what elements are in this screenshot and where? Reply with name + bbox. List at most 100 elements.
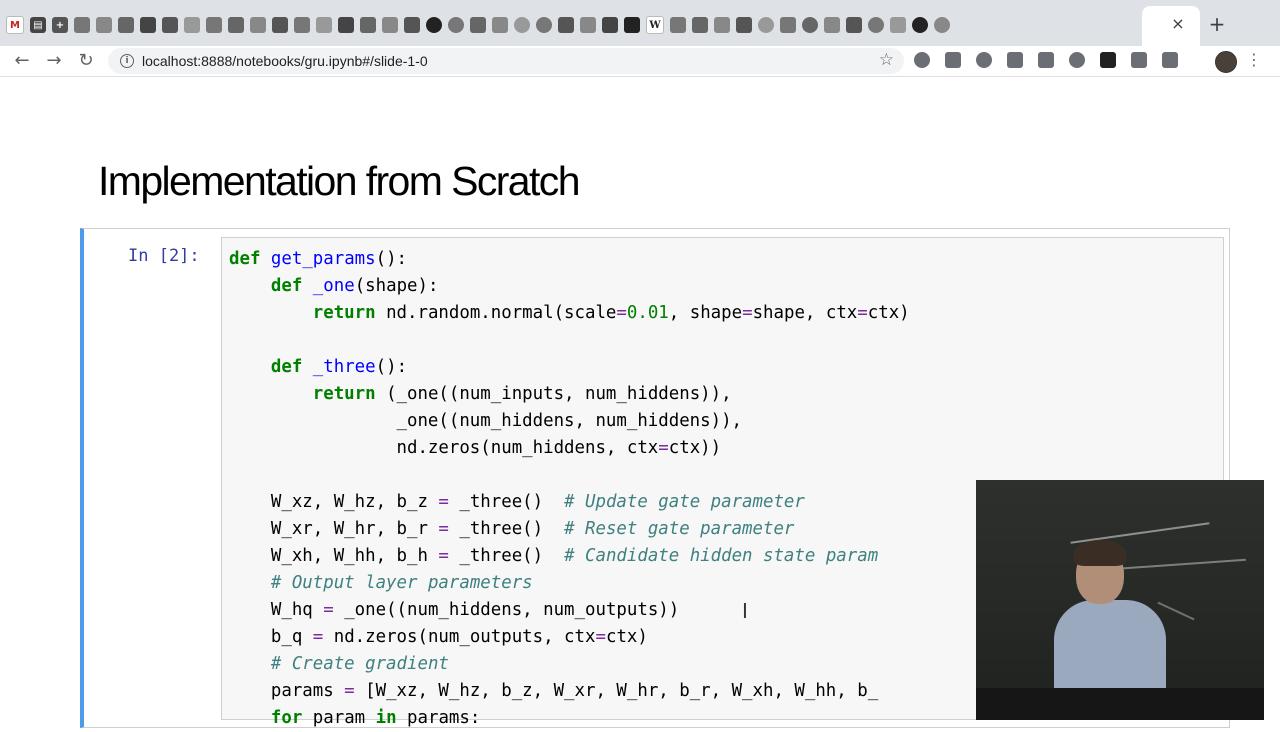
tab-favicon[interactable]	[780, 17, 796, 33]
avatar[interactable]	[1215, 51, 1237, 73]
tab-favicon[interactable]	[140, 17, 156, 33]
tab-favicon[interactable]	[624, 17, 640, 33]
code-token: return	[312, 303, 376, 323]
extension-icon[interactable]	[1100, 52, 1116, 68]
close-icon[interactable]: ×	[1168, 14, 1188, 34]
tab-favicon[interactable]	[184, 17, 200, 33]
back-button[interactable]: ←	[10, 49, 34, 73]
code-token: , shape	[668, 303, 743, 323]
tab-favicon[interactable]	[206, 17, 222, 33]
code-block[interactable]: def get_params(): def _one(shape): retur…	[229, 246, 910, 732]
tab-favicon[interactable]	[272, 17, 288, 33]
forward-button[interactable]: →	[42, 49, 66, 73]
tab-favicon[interactable]	[492, 17, 508, 33]
extension-icon[interactable]	[1162, 52, 1178, 68]
code-token: ():	[375, 357, 408, 377]
tab-favicon[interactable]	[514, 17, 530, 33]
code-token: =	[312, 627, 324, 647]
code-token: # Candidate hidden state param	[564, 546, 879, 566]
extension-icon[interactable]	[945, 52, 961, 68]
tab-favicon[interactable]	[360, 17, 376, 33]
code-token: params:	[396, 708, 481, 728]
code-token: def	[270, 276, 303, 296]
tab-favicon[interactable]	[96, 17, 112, 33]
code-token: _three()	[448, 492, 565, 512]
tab-favicon[interactable]	[338, 17, 354, 33]
tab-favicon[interactable]	[118, 17, 134, 33]
tab-favicon[interactable]	[692, 17, 708, 33]
menu-icon[interactable]: ⋮	[1246, 50, 1262, 70]
tab-favicon[interactable]	[382, 17, 398, 33]
tab-favicon[interactable]	[74, 17, 90, 33]
webcam-overlay	[976, 480, 1264, 720]
tab-favicon[interactable]	[228, 17, 244, 33]
extension-icon[interactable]	[976, 52, 992, 68]
tab-favicon[interactable]	[846, 17, 862, 33]
code-line: _one((num_hiddens, num_hiddens)),	[229, 408, 910, 435]
code-line: W_xr, W_hr, b_r = _three() # Reset gate …	[229, 516, 910, 543]
extension-icon[interactable]	[1007, 52, 1023, 68]
code-token: ():	[375, 249, 408, 269]
code-line: def _three():	[229, 354, 910, 381]
tab-favicon[interactable]	[536, 17, 552, 33]
extension-icon[interactable]	[1131, 52, 1147, 68]
code-token: params	[229, 681, 345, 701]
tab-favicon[interactable]	[580, 17, 596, 33]
sheets-icon[interactable]: +	[52, 17, 68, 33]
code-line: return nd.random.normal(scale=0.01, shap…	[229, 300, 910, 327]
tab-favicon[interactable]	[448, 17, 464, 33]
wikipedia-icon[interactable]: W	[646, 16, 664, 34]
code-token: =	[438, 492, 449, 512]
extension-icon[interactable]	[1038, 52, 1054, 68]
tab-favicon[interactable]	[714, 17, 730, 33]
tab-favicon[interactable]	[558, 17, 574, 33]
tab-favicon[interactable]	[802, 17, 818, 33]
gmail-icon[interactable]: M	[6, 16, 24, 34]
url-text[interactable]: localhost:8888/notebooks/gru.ipynb#/slid…	[142, 53, 428, 69]
tab-favicon[interactable]	[868, 17, 884, 33]
code-token: _three()	[448, 519, 565, 539]
tab-favicon[interactable]	[470, 17, 486, 33]
code-token: # Reset gate parameter	[564, 519, 795, 539]
tab-favicon[interactable]	[316, 17, 332, 33]
github-icon[interactable]	[426, 17, 442, 33]
presenter-hair	[1074, 540, 1126, 566]
address-bar[interactable]: i localhost:8888/notebooks/gru.ipynb#/sl…	[108, 48, 904, 74]
github-icon[interactable]	[912, 17, 928, 33]
browser-toolbar: ← → ↻ i localhost:8888/notebooks/gru.ipy…	[0, 46, 1280, 77]
code-token: get_params	[270, 249, 376, 269]
tab-favicon[interactable]	[824, 17, 840, 33]
code-token: in	[375, 708, 397, 728]
tab-favicon[interactable]	[736, 17, 752, 33]
code-token: shape, ctx	[752, 303, 858, 323]
code-token: W_xh, W_hh, b_h	[229, 546, 439, 566]
code-token: 0.01	[626, 303, 669, 323]
tab-favicon[interactable]	[294, 17, 310, 33]
extension-icon[interactable]	[1069, 52, 1085, 68]
code-token: =	[616, 303, 627, 323]
new-tab-button[interactable]: +	[1206, 13, 1228, 35]
star-icon[interactable]: ☆	[879, 50, 894, 70]
extension-icon[interactable]	[914, 52, 930, 68]
tab-favicon[interactable]	[250, 17, 266, 33]
reload-button[interactable]: ↻	[74, 49, 98, 73]
tab-favicon[interactable]	[670, 17, 686, 33]
tab-favicon[interactable]	[602, 17, 618, 33]
docs-icon[interactable]: ▤	[30, 17, 46, 33]
text-cursor-icon: I	[742, 599, 748, 623]
tab-favicon[interactable]	[934, 17, 950, 33]
code-line: def get_params():	[229, 246, 910, 273]
code-token: _three	[312, 357, 376, 377]
tab-favicon[interactable]	[162, 17, 178, 33]
info-icon[interactable]: i	[120, 54, 134, 68]
tab-favicon[interactable]	[404, 17, 420, 33]
code-line: def _one(shape):	[229, 273, 910, 300]
code-line: b_q = nd.zeros(num_outputs, ctx=ctx)	[229, 624, 910, 651]
code-token: =	[658, 438, 669, 458]
tab-favicon[interactable]	[890, 17, 906, 33]
tab-favicon[interactable]	[758, 17, 774, 33]
